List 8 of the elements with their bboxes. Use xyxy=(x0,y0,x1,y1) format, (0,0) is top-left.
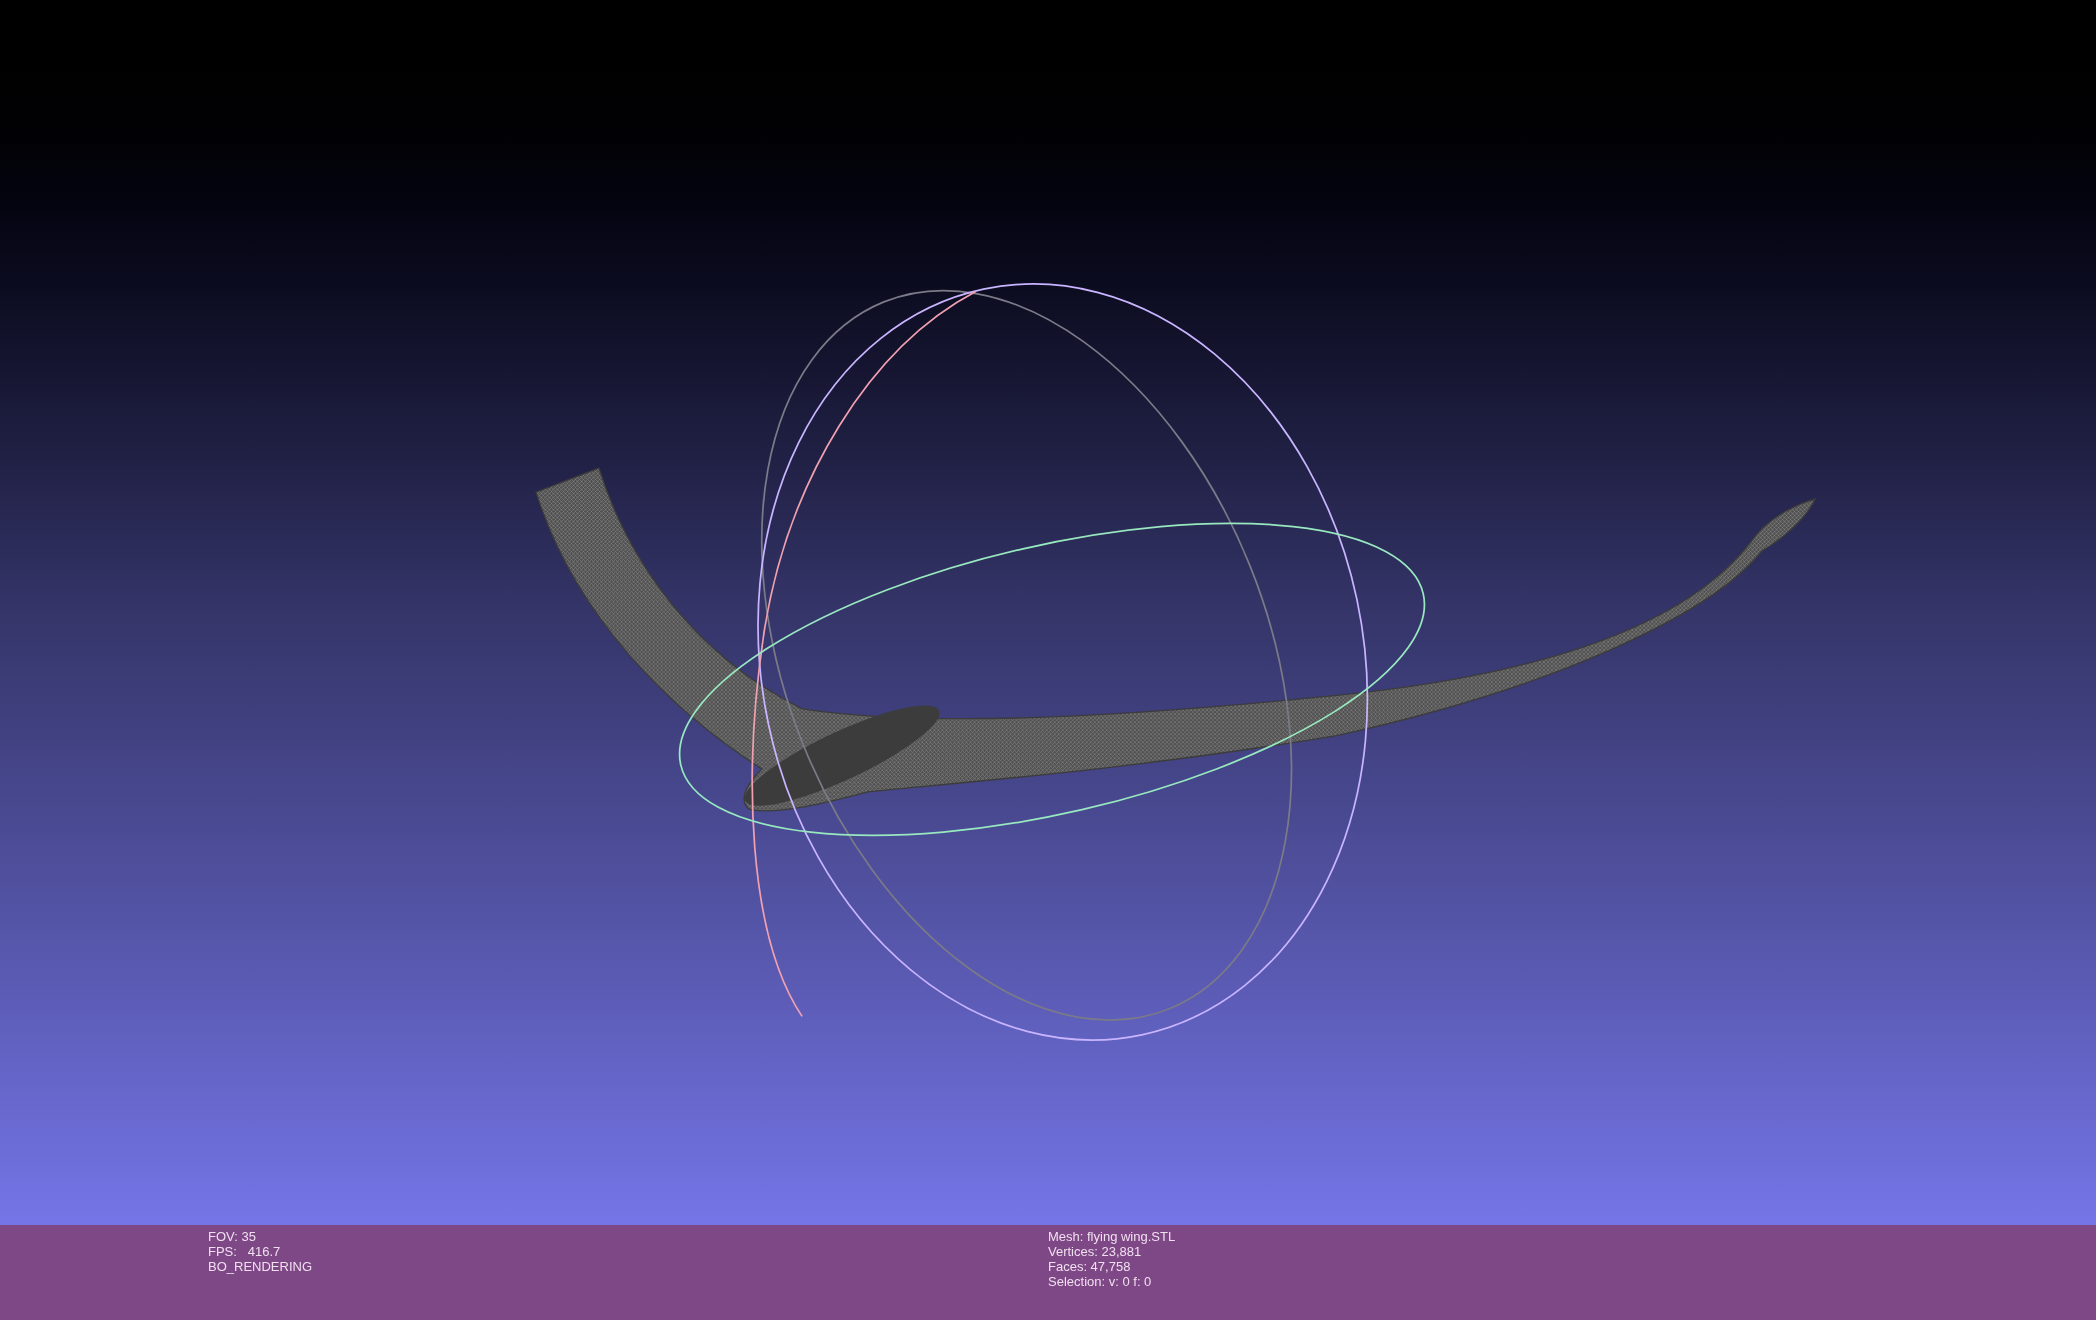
info-text: Vertices: 23,881 xyxy=(1048,1244,1143,1259)
info-text: Selection: v: 0 f: 0 xyxy=(1048,1274,1153,1289)
info-text: Faces: 47,758 xyxy=(1048,1259,1132,1274)
info-text: BO_RENDERING xyxy=(208,1259,314,1274)
info-text: FOV: 35 xyxy=(208,1229,257,1244)
info-text: FPS: 416.7 xyxy=(208,1244,282,1259)
viewport[interactable] xyxy=(0,0,2096,1225)
info-text: Mesh: flying wing.STL xyxy=(1048,1229,1176,1244)
